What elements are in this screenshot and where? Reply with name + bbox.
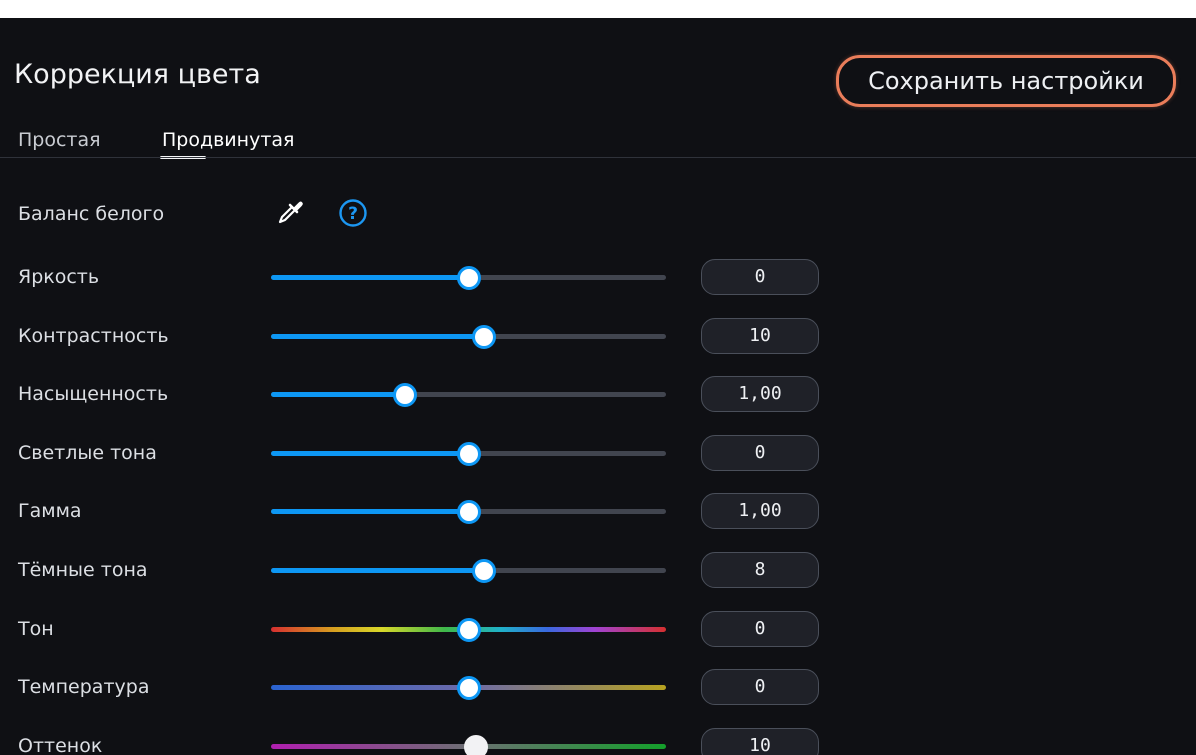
hue-label: Тон: [18, 618, 54, 640]
shadows-slider-handle[interactable]: [472, 558, 497, 583]
temperature-label: Температура: [18, 676, 150, 698]
tint-value-field[interactable]: 10: [701, 728, 819, 755]
help-glyph: ?: [348, 204, 358, 224]
hue-value-field[interactable]: 0: [701, 611, 819, 647]
shadows-slider-fill: [271, 568, 485, 573]
hue-slider-handle[interactable]: [456, 617, 481, 642]
color-correction-panel: Коррекция цвета Сохранить настройки Прос…: [0, 18, 1196, 755]
highlights-slider-track[interactable]: [271, 441, 666, 466]
shadows-value-field[interactable]: 8: [701, 552, 819, 588]
gamma-slider-handle[interactable]: [456, 499, 481, 524]
tab-advanced[interactable]: Продвинутая: [162, 128, 294, 152]
highlights-slider-fill: [271, 451, 469, 456]
white-balance-label: Баланс белого: [18, 203, 165, 225]
highlights-slider-handle[interactable]: [456, 441, 481, 466]
hue-slider-track[interactable]: [271, 617, 666, 642]
help-icon[interactable]: ?: [338, 198, 368, 232]
eyedropper-icon[interactable]: [276, 198, 304, 230]
shadows-label: Тёмные тона: [18, 559, 148, 581]
temperature-slider-handle[interactable]: [456, 675, 481, 700]
brightness-slider-track[interactable]: [271, 265, 666, 290]
tab-simple[interactable]: Простая: [18, 128, 101, 152]
brightness-label: Яркость: [18, 266, 100, 288]
temperature-slider-track[interactable]: [271, 675, 666, 700]
tabs-divider: [0, 157, 1196, 158]
tint-slider-track[interactable]: [271, 734, 666, 755]
contrast-label: Контрастность: [18, 325, 169, 347]
saturation-slider-fill: [271, 392, 406, 397]
brightness-value-field[interactable]: 0: [701, 259, 819, 295]
contrast-slider-fill: [271, 334, 485, 339]
highlights-value-field[interactable]: 0: [701, 435, 819, 471]
saturation-slider-track[interactable]: [271, 382, 666, 407]
saturation-slider-handle[interactable]: [393, 382, 418, 407]
gamma-slider-track[interactable]: [271, 499, 666, 524]
contrast-slider-track[interactable]: [271, 324, 666, 349]
temperature-value-field[interactable]: 0: [701, 669, 819, 705]
brightness-slider-fill: [271, 275, 469, 280]
highlights-label: Светлые тона: [18, 442, 157, 464]
gamma-label: Гамма: [18, 500, 82, 522]
brightness-slider-handle[interactable]: [456, 265, 481, 290]
contrast-slider-handle[interactable]: [472, 324, 497, 349]
save-settings-button[interactable]: Сохранить настройки: [836, 55, 1176, 107]
shadows-slider-track[interactable]: [271, 558, 666, 583]
gamma-value-field[interactable]: 1,00: [701, 493, 819, 529]
gamma-slider-fill: [271, 509, 469, 514]
panel-title: Коррекция цвета: [14, 59, 261, 90]
contrast-value-field[interactable]: 10: [701, 318, 819, 354]
saturation-label: Насыщенность: [18, 383, 169, 405]
tint-label: Оттенок: [18, 735, 103, 755]
saturation-value-field[interactable]: 1,00: [701, 376, 819, 412]
tint-slider-handle[interactable]: [464, 734, 489, 755]
